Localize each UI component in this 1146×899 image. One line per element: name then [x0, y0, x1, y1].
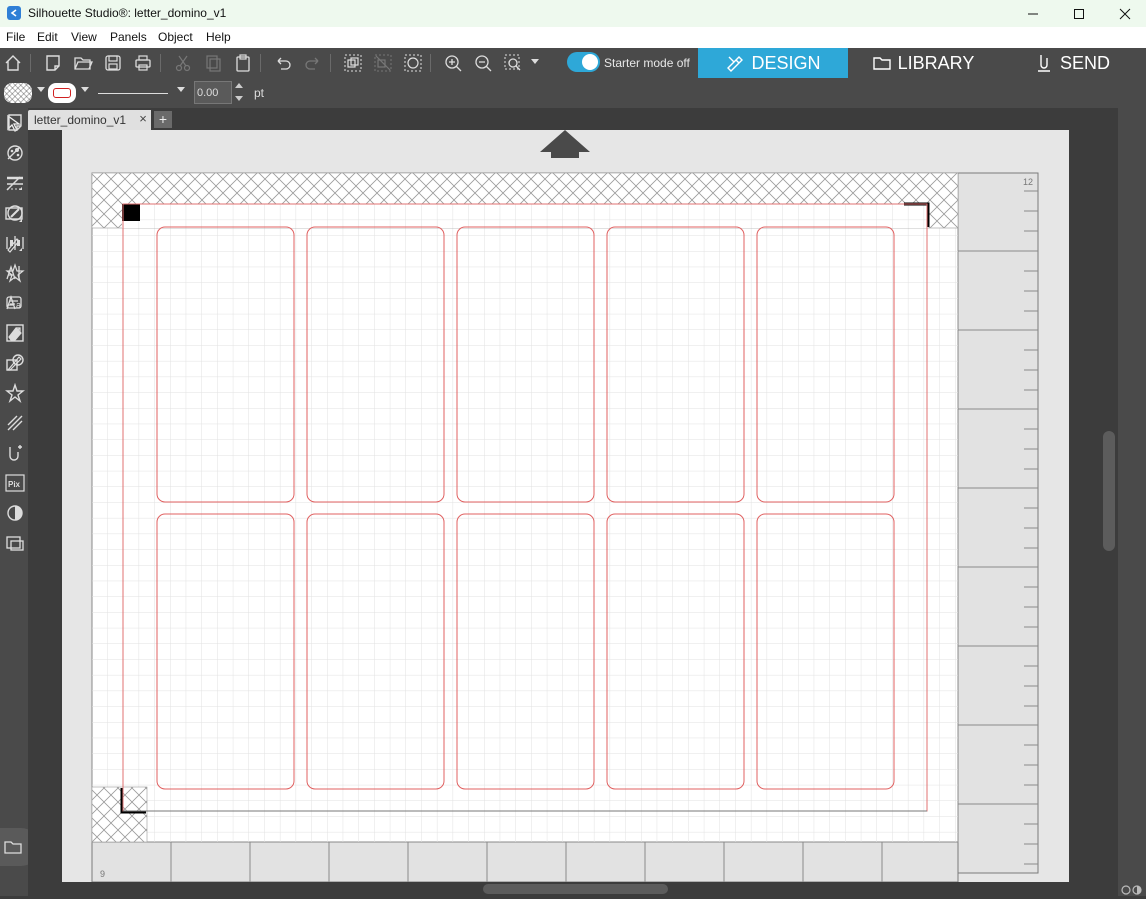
line-width-input[interactable]: 0.00 [194, 81, 232, 104]
shadow-panel-icon[interactable] [4, 502, 26, 524]
modify-panel-icon[interactable] [4, 352, 26, 374]
document-tab[interactable]: letter_domino_v1 [28, 110, 151, 130]
title-bar: Silhouette Studio®: letter_domino_v1 [0, 0, 1146, 27]
line-color-indicator [53, 88, 71, 98]
document-tab-bar [28, 108, 1118, 130]
fill-panel-icon[interactable] [4, 142, 26, 164]
registration-mark-square [122, 204, 140, 221]
make-compound-path-icon[interactable] [402, 53, 424, 73]
fill-dropdown-caret-icon[interactable] [37, 87, 45, 92]
spin-down-icon[interactable] [235, 96, 243, 101]
bottom-left-hatch-area [91, 786, 148, 843]
new-document-icon[interactable] [42, 53, 64, 73]
right-panel-bar [1118, 108, 1146, 896]
line-color-panel-icon[interactable] [4, 202, 26, 224]
cut-icon[interactable] [172, 53, 194, 73]
menu-view[interactable]: View [71, 30, 97, 44]
line-width-unit: pt [254, 86, 265, 100]
vertical-scrollbar-thumb[interactable] [1103, 431, 1115, 551]
starter-mode-toggle[interactable] [567, 52, 600, 72]
new-tab-button[interactable]: + [154, 111, 172, 128]
maximize-button[interactable] [1056, 0, 1102, 27]
print-icon[interactable] [132, 53, 154, 73]
toolbar-divider [330, 54, 331, 72]
menu-panels[interactable]: Panels [110, 30, 147, 44]
page-setup-icon[interactable] [4, 112, 26, 134]
send-icon [1037, 55, 1050, 72]
zoom-dropdown-caret-icon[interactable] [531, 59, 539, 64]
close-icon [1119, 8, 1131, 19]
ruler-label-top-right: 12 [1023, 177, 1033, 187]
menu-bar: File Edit View Panels Object Help [0, 27, 1146, 48]
line-style-panel-icon[interactable] [4, 172, 26, 194]
line-color-swatch[interactable] [48, 83, 76, 103]
paste-icon[interactable] [232, 53, 254, 73]
offset-panel-icon[interactable] [4, 382, 26, 404]
group-icon[interactable] [342, 53, 364, 73]
minimize-button[interactable] [1010, 0, 1056, 27]
layers-panel-icon[interactable] [4, 532, 26, 554]
line-style-sample[interactable] [98, 93, 168, 94]
menu-file[interactable]: File [6, 30, 25, 44]
tab-library-label: LIBRARY [897, 52, 975, 73]
send-panel-icon[interactable] [4, 442, 26, 464]
menu-edit[interactable]: Edit [37, 30, 58, 44]
undo-icon[interactable] [272, 53, 294, 73]
save-icon[interactable] [102, 53, 124, 73]
pixscan-panel-icon[interactable]: Pix [4, 472, 26, 494]
line-style-dropdown-caret-icon[interactable] [177, 87, 185, 92]
fill-color-swatch[interactable] [4, 83, 32, 103]
page-grid [92, 173, 958, 842]
cutting-mat-right [957, 172, 1039, 874]
align-panel-icon[interactable] [4, 232, 26, 254]
document-tab-close-button[interactable]: × [136, 112, 150, 126]
svg-text:a: a [16, 300, 21, 310]
tab-library[interactable]: LIBRARY [848, 48, 998, 78]
toolbar-divider [260, 54, 261, 72]
menu-object[interactable]: Object [158, 30, 193, 44]
text-style-panel-icon[interactable]: a [4, 292, 26, 314]
ungroup-icon[interactable] [372, 53, 394, 73]
tab-send-label: SEND [1059, 52, 1110, 73]
close-button[interactable] [1102, 0, 1146, 27]
canvas-drawing[interactable]: 12 9 [62, 130, 1069, 882]
home-icon[interactable] [2, 53, 24, 73]
sketch-panel-icon[interactable] [4, 412, 26, 434]
transform-panel-icon[interactable] [4, 322, 26, 344]
zoom-in-icon[interactable] [442, 53, 464, 73]
line-color-dropdown-caret-icon[interactable] [81, 87, 89, 92]
toolbar-divider [160, 54, 161, 72]
menu-help[interactable]: Help [206, 30, 231, 44]
ruler-label-bottom-left: 9 [100, 869, 105, 879]
window-title: Silhouette Studio®: letter_domino_v1 [28, 6, 227, 20]
top-hatch-gap-grid [122, 204, 928, 228]
toggle-knob [582, 54, 598, 70]
zoom-out-icon[interactable] [472, 53, 494, 73]
starter-mode-label: Starter mode off [604, 56, 690, 70]
maximize-icon [1074, 8, 1084, 19]
toolbar-divider [430, 54, 431, 72]
toolbar-divider [30, 54, 31, 72]
zoom-fit-icon[interactable] [502, 53, 524, 73]
tab-design-label: DESIGN [751, 52, 821, 73]
svg-text:Pix: Pix [8, 480, 21, 489]
tab-send[interactable]: SEND [998, 48, 1146, 78]
copy-icon[interactable] [202, 53, 224, 73]
property-bar [0, 78, 1146, 108]
app-logo-icon [7, 6, 21, 20]
horizontal-scrollbar-thumb[interactable] [483, 884, 668, 894]
design-icon [727, 56, 744, 72]
open-folder-icon[interactable] [72, 53, 94, 73]
cutting-mat-bottom [91, 841, 959, 882]
feed-direction-arrow-icon [540, 130, 590, 158]
redo-icon[interactable] [302, 53, 324, 73]
tab-design[interactable]: DESIGN [698, 48, 848, 78]
document-tab-label: letter_domino_v1 [34, 113, 127, 127]
folder-icon [872, 57, 891, 70]
minimize-icon [1028, 13, 1038, 14]
trace-panel-icon[interactable] [4, 262, 26, 284]
folder-icon [4, 841, 22, 854]
settings-icon[interactable] [1119, 882, 1146, 896]
spin-up-icon[interactable] [235, 83, 243, 88]
